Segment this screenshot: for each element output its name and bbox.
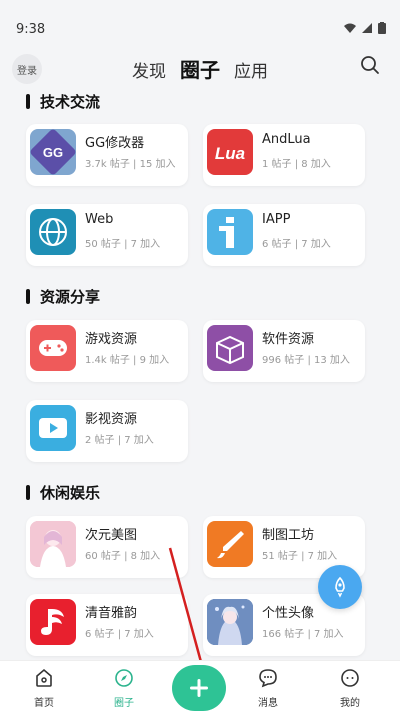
circle-stats: 50 帖子 | 7 加入 [85,239,161,250]
circle-stats: 996 帖子 | 13 加入 [262,355,350,366]
header: 登录 发现 圈子 应用 [0,48,400,88]
circle-stats: 6 帖子 | 7 加入 [262,239,331,250]
info-i-icon [207,209,253,255]
section-title: 资源分享 [26,286,100,307]
tab-discover[interactable]: 发现 [132,57,166,82]
compass-icon [115,669,133,687]
message-icon [259,669,277,688]
nav-home-label: 首页 [34,698,54,709]
circle-card-gg[interactable]: GG GG修改器 3.7k 帖子 | 15 加入 [26,124,188,186]
circle-card-games[interactable]: 游戏资源 1.4k 帖子 | 9 加入 [26,320,188,382]
circle-stats: 1 帖子 | 8 加入 [262,159,331,170]
system-icons [344,22,386,34]
nav-messages-label: 消息 [258,698,278,709]
battery-icon [378,22,386,34]
nav-circles[interactable]: 圈子 [94,667,154,709]
circle-stats: 1.4k 帖子 | 9 加入 [85,355,170,366]
circle-name: 清音雅韵 [85,606,138,621]
top-tabs: 发现 圈子 应用 [0,54,400,83]
svg-text:Lua: Lua [215,144,245,163]
circle-name: 制图工坊 [262,528,315,543]
tab-circles[interactable]: 圈子 [180,54,220,83]
circle-name: 游戏资源 [85,332,138,347]
circle-name: AndLua [262,132,311,147]
gg-icon: GG [30,129,76,175]
signal-icon [362,23,372,33]
circle-stats: 51 帖子 | 7 加入 [262,551,338,562]
lua-icon: Lua [207,129,253,175]
circle-card-software[interactable]: 软件资源 996 帖子 | 13 加入 [203,320,365,382]
play-icon [30,405,76,451]
nav-profile[interactable]: 我的 [320,667,380,709]
circle-card-andlua[interactable]: Lua AndLua 1 帖子 | 8 加入 [203,124,365,186]
rocket-icon [335,576,345,598]
wifi-icon [344,23,356,33]
nav-profile-label: 我的 [340,698,360,709]
circle-stats: 6 帖子 | 7 加入 [85,629,154,640]
globe-icon [30,209,76,255]
home-icon [36,668,52,687]
circle-name: GG修改器 [85,136,145,151]
box-icon [207,325,253,371]
music-icon [30,599,76,645]
circle-stats: 2 帖子 | 7 加入 [85,435,154,446]
circle-name: 次元美图 [85,528,138,543]
circle-name: IAPP [262,212,291,227]
profile-icon [341,669,359,687]
circle-card-iapp[interactable]: IAPP 6 帖子 | 7 加入 [203,204,365,266]
circle-name: 个性头像 [262,606,315,621]
gamepad-icon [30,325,76,371]
rocket-fab[interactable] [318,565,362,609]
status-bar: 9:38 [0,0,400,40]
tab-apps[interactable]: 应用 [234,57,268,82]
circle-card-web[interactable]: Web 50 帖子 | 7 加入 [26,204,188,266]
nav-circles-label: 圈子 [114,698,134,709]
create-post-button[interactable] [172,665,226,711]
circle-name: 影视资源 [85,412,138,427]
nav-messages[interactable]: 消息 [238,667,298,709]
plus-icon [190,679,208,697]
svg-text:GG: GG [43,145,63,160]
circle-name: 软件资源 [262,332,315,347]
circle-stats: 166 帖子 | 7 加入 [262,629,344,640]
section-title: 休闲娱乐 [26,482,100,503]
circle-name: Web [85,212,114,227]
anime-girl-icon [30,521,76,567]
circle-card-video[interactable]: 影视资源 2 帖子 | 7 加入 [26,400,188,462]
status-time: 9:38 [16,22,46,37]
section-title: 技术交流 [26,91,100,112]
circle-stats: 60 帖子 | 8 加入 [85,551,161,562]
nav-home[interactable]: 首页 [14,667,74,709]
circle-stats: 3.7k 帖子 | 15 加入 [85,159,176,170]
search-icon[interactable] [360,55,380,75]
